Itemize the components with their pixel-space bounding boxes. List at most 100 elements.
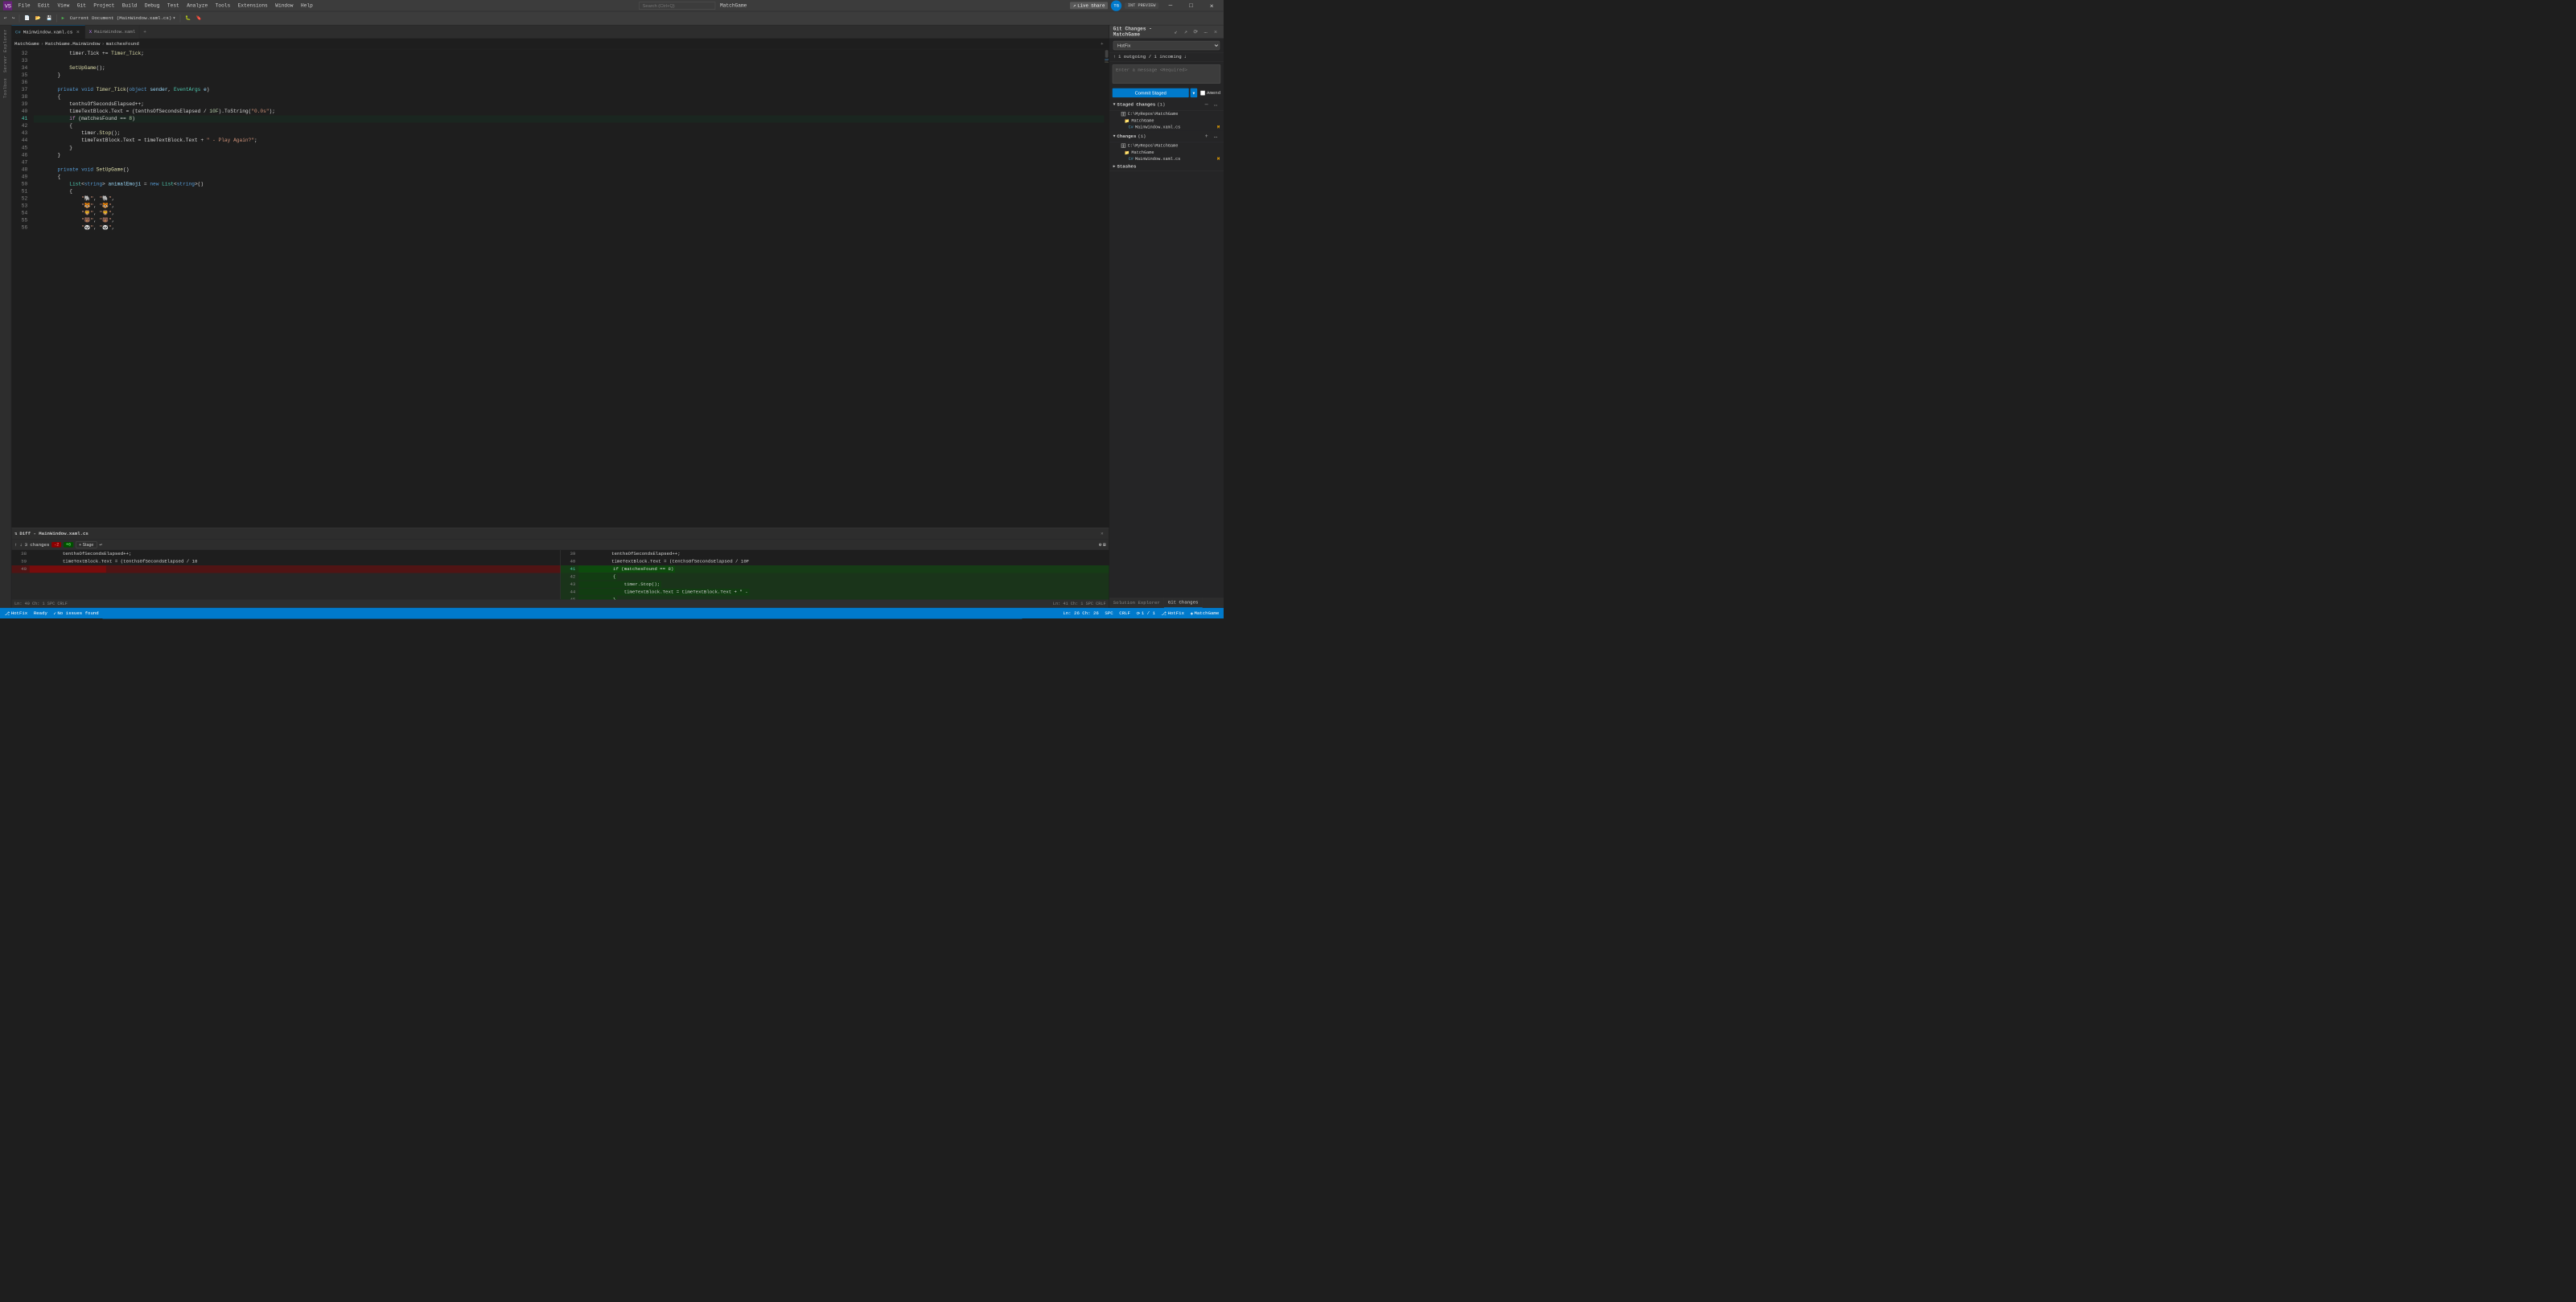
editor-scrollbar[interactable] — [1105, 49, 1109, 607]
incoming-icon: ↓ — [1183, 54, 1186, 60]
live-share-button[interactable]: ↗ Live Share — [1070, 2, 1108, 9]
staged-more-button[interactable]: … — [1212, 101, 1220, 109]
menu-view[interactable]: View — [55, 2, 72, 9]
tab-close-cs[interactable]: ✕ — [75, 29, 81, 35]
toolbox-label[interactable]: Toolbox — [3, 76, 8, 101]
new-tab-button[interactable]: + — [140, 25, 150, 38]
git-pull-button[interactable]: ↙ — [1171, 27, 1179, 35]
code-line-45: } — [34, 145, 1105, 152]
redo-button[interactable]: ↪ — [10, 14, 17, 23]
menu-build[interactable]: Build — [119, 2, 140, 9]
open-button[interactable]: 📂 — [33, 14, 43, 23]
prev-change-button[interactable]: ↑ — [14, 542, 17, 548]
git-push-button[interactable]: ↗ — [1182, 27, 1190, 35]
stashes-header[interactable]: ▶ Stashes — [1109, 162, 1224, 171]
ln-55: 55 — [14, 217, 27, 224]
status-project[interactable]: ◈ MatchGame — [1189, 608, 1220, 618]
ln-42: 42 — [14, 122, 27, 129]
menu-tools[interactable]: Tools — [212, 2, 233, 9]
commit-dropdown-button[interactable]: ▾ — [1191, 88, 1198, 97]
status-ln-col[interactable]: Ln: 26 Ch: 26 — [1061, 608, 1100, 618]
menu-git[interactable]: Git — [74, 2, 89, 9]
status-git-branch[interactable]: ⎇ HotFix — [1160, 608, 1186, 618]
changes-count: (1) — [1138, 133, 1146, 139]
changes-more-button[interactable]: … — [1212, 132, 1220, 140]
commit-staged-button[interactable]: Commit Staged — [1113, 88, 1189, 97]
start-button[interactable]: ▶ — [60, 14, 67, 23]
changes-header[interactable]: ▼ Changes (1) + … — [1109, 130, 1224, 142]
next-change-button[interactable]: ↓ — [19, 542, 22, 548]
debug-button[interactable]: 🐛 — [183, 14, 193, 23]
revert-icon[interactable]: ↩ — [99, 542, 101, 548]
profile-avatar[interactable]: TG — [1111, 0, 1121, 10]
diff-panel: ⇅ Diff - MainWindow.xaml.cs ✕ ↑ ↓ 3 chan… — [11, 528, 1109, 608]
breadcrumb-project[interactable]: MatchGame — [14, 41, 39, 47]
add-breadcrumb-button[interactable]: + — [1098, 40, 1106, 48]
changes-file-item[interactable]: C# MainWindow.xaml.cs M — [1109, 156, 1224, 162]
current-doc-dropdown[interactable]: Current Document (MainWindow.xaml.cs) ▾ — [68, 14, 178, 23]
stage-button[interactable]: + Stage — [76, 541, 97, 548]
menu-help[interactable]: Help — [298, 2, 315, 9]
menu-edit[interactable]: Edit — [35, 2, 52, 9]
menu-analyze[interactable]: Analyze — [183, 2, 211, 9]
menu-test[interactable]: Test — [164, 2, 182, 9]
code-line-56: "🐼", "🐼", — [34, 224, 1105, 232]
server-explorer-label[interactable]: Server Explorer — [3, 27, 8, 75]
amend-checkbox[interactable]: Amend — [1200, 90, 1220, 96]
save-button[interactable]: 💾 — [44, 14, 55, 23]
status-line-ending[interactable]: CRLF — [1117, 608, 1131, 618]
tab-mainwindow-cs[interactable]: C# MainWindow.xaml.cs ✕ — [11, 25, 85, 38]
close-button[interactable]: ✕ — [1203, 0, 1220, 11]
git-more-button[interactable]: … — [1201, 27, 1209, 35]
status-encoding[interactable]: SPC — [1104, 608, 1115, 618]
diff-left-empty1 — [11, 573, 560, 581]
code-lines[interactable]: timer.Tick += Timer_Tick; SetUpGame(); }… — [31, 49, 1105, 607]
code-line-37: private void Timer_Tick(object sender, E… — [34, 86, 1105, 93]
diff-close-button[interactable]: ✕ — [1098, 530, 1106, 538]
menu-extensions[interactable]: Extensions — [235, 2, 271, 9]
breadcrumb-member[interactable]: matchesFound — [106, 41, 139, 47]
git-close-button[interactable]: ✕ — [1212, 27, 1220, 35]
status-branch[interactable]: ⎇ HotFix — [3, 608, 29, 618]
stage-all-button[interactable]: + — [1202, 132, 1210, 140]
breadcrumb-class[interactable]: MatchGame.MainWindow — [45, 41, 100, 47]
bookmark-button[interactable]: 🔖 — [194, 14, 204, 23]
status-check[interactable]: ✓ No issues found — [52, 608, 101, 618]
menu-project[interactable]: Project — [91, 2, 118, 9]
minimize-button[interactable]: ─ — [1162, 0, 1179, 11]
commit-message-input[interactable] — [1113, 64, 1220, 84]
breadcrumb-sep-2: › — [101, 41, 104, 47]
new-file-button[interactable]: 📄 — [22, 14, 32, 23]
int-preview-button[interactable]: INT PREVIEW — [1125, 2, 1158, 9]
tab-solution-explorer[interactable]: Solution Explorer — [1109, 598, 1164, 608]
menu-file[interactable]: File — [15, 2, 33, 9]
git-panel-controls: ↙ ↗ ⟳ … ✕ — [1171, 27, 1220, 35]
staged-file-item[interactable]: C# MainWindow.xaml.cs M — [1109, 125, 1224, 131]
staged-count: (1) — [1157, 102, 1165, 108]
live-share-icon: ↗ — [1073, 2, 1076, 8]
diff-left-panel[interactable]: 38 tenthsOfSecondsElapsed++; 39 timeText… — [11, 550, 560, 599]
ln-47: 47 — [14, 159, 27, 166]
undo-button[interactable]: ↩ — [2, 14, 9, 23]
git-fetch-button[interactable]: ⟳ — [1191, 27, 1200, 35]
menu-debug[interactable]: Debug — [142, 2, 163, 9]
breadcrumb-sep-1: › — [41, 41, 43, 47]
diff-settings[interactable]: ⚙ ⊞ — [1099, 542, 1106, 548]
diff-expand-icon[interactable]: ⊞ — [1103, 542, 1105, 548]
tab-mainwindow-xaml[interactable]: X MainWindow.xaml — [85, 25, 140, 38]
removed-badge: -2 — [51, 542, 61, 548]
scrollbar-thumb[interactable] — [1105, 50, 1109, 58]
ln-36: 36 — [14, 79, 27, 86]
unstage-all-button[interactable]: — — [1202, 101, 1210, 109]
maximize-button[interactable]: □ — [1183, 0, 1200, 11]
tab-git-changes[interactable]: Git Changes — [1164, 598, 1203, 608]
git-branch-select[interactable]: HotFix — [1113, 41, 1220, 50]
status-sync[interactable]: ⟳ 1 / 1 — [1135, 608, 1157, 618]
amend-check[interactable] — [1200, 90, 1205, 95]
diff-right-panel[interactable]: 39 tenthsOfSecondsElapsed++; 40 timeText… — [561, 550, 1109, 599]
search-input[interactable] — [639, 2, 715, 10]
settings-icon[interactable]: ⚙ — [1099, 542, 1101, 548]
ln-39: 39 — [14, 101, 27, 108]
staged-changes-header[interactable]: ▼ Staged Changes (1) — … — [1109, 99, 1224, 111]
menu-window[interactable]: Window — [272, 2, 296, 9]
